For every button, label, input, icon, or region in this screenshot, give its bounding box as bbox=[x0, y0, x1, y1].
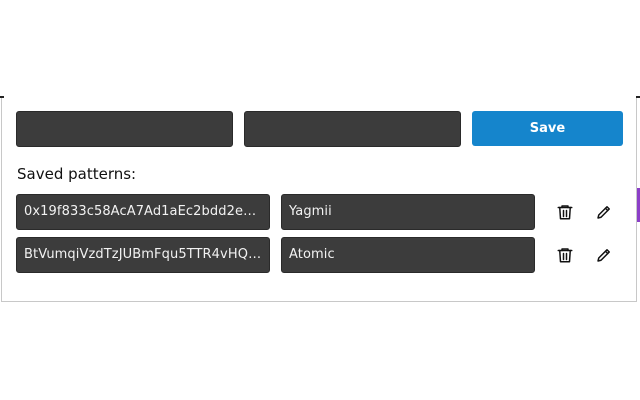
pattern-name-input[interactable] bbox=[244, 111, 461, 147]
delete-pattern-button-2[interactable] bbox=[556, 246, 574, 264]
delete-pattern-button-1[interactable] bbox=[556, 203, 574, 221]
trash-icon bbox=[557, 205, 573, 220]
saved-pattern-name-1[interactable]: Yagmii bbox=[281, 194, 535, 230]
saved-pattern-value-1[interactable]: 0x19f833c58AcA7Ad1aEc2bdd2e7198… bbox=[16, 194, 270, 230]
save-button[interactable]: Save bbox=[472, 111, 623, 146]
pattern-input[interactable] bbox=[16, 111, 233, 147]
edit-pattern-button-2[interactable] bbox=[595, 246, 613, 264]
pencil-icon bbox=[597, 249, 610, 262]
panel-corner-right bbox=[636, 96, 640, 98]
saved-pattern-value-2[interactable]: BtVumqiVzdTzJUBmFqu5TTR4vHQwV… bbox=[16, 237, 270, 273]
saved-patterns-title: Saved patterns: bbox=[17, 165, 137, 183]
edit-pattern-button-1[interactable] bbox=[595, 203, 613, 221]
trash-icon bbox=[557, 248, 573, 263]
saved-pattern-name-2[interactable]: Atomic bbox=[281, 237, 535, 273]
panel-corner-left bbox=[0, 96, 4, 98]
pencil-icon bbox=[597, 206, 610, 219]
